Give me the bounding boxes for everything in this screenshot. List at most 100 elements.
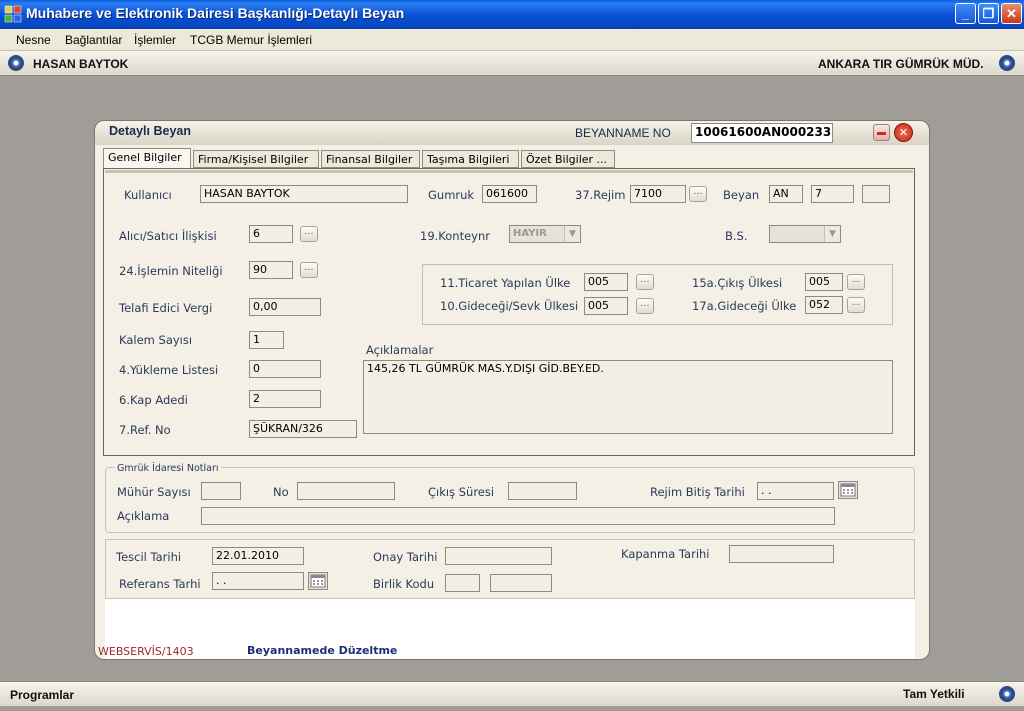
tab-finansal-bilgiler[interactable]: Finansal Bilgiler — [321, 150, 420, 168]
detayli-beyan-dialog: Detaylı Beyan BEYANNAME NO 10061600AN000… — [94, 120, 930, 660]
cikis-suresi-field[interactable] — [508, 482, 577, 500]
gidecegi-ulke-lookup-button[interactable]: … — [847, 297, 865, 313]
refresh-icon[interactable] — [8, 55, 24, 71]
webservis-status: WEBSERVİS/1403 — [98, 645, 194, 658]
rejim-lookup-button[interactable]: … — [689, 186, 707, 202]
no-field[interactable] — [297, 482, 395, 500]
gumruk-field[interactable]: 061600 — [482, 185, 537, 203]
islemin-niteligi-field[interactable]: 90 — [249, 261, 293, 279]
no-label: No — [273, 485, 289, 499]
calendar-icon[interactable] — [308, 572, 328, 590]
panel-top-border — [105, 170, 913, 173]
beyan-field-3[interactable] — [862, 185, 890, 203]
kap-adedi-field[interactable]: 2 — [249, 390, 321, 408]
programlar-button[interactable]: Programlar — [10, 688, 74, 702]
office-name: ANKARA TIR GÜMRÜK MÜD. — [818, 57, 984, 71]
beyan-field-1[interactable]: AN — [769, 185, 803, 203]
cikis-ulkesi-lookup-button[interactable]: … — [847, 274, 865, 290]
minus-icon — [877, 132, 886, 135]
close-dialog-button[interactable]: ✕ — [894, 123, 913, 142]
beyan-field-2[interactable]: 7 — [811, 185, 854, 203]
tab-firma-kisisel-bilgiler[interactable]: Firma/Kişisel Bilgiler — [193, 150, 319, 168]
gidecegi-ulke-field[interactable]: 052 — [805, 296, 843, 314]
calendar-icon[interactable] — [838, 481, 858, 499]
gidecegi-sevk-field[interactable]: 005 — [584, 297, 628, 315]
cikis-ulkesi-field[interactable]: 005 — [805, 273, 843, 291]
birlik-kodu-field-2[interactable] — [490, 574, 552, 592]
ref-no-label: 7.Ref. No — [119, 423, 171, 437]
birlik-kodu-field-1[interactable] — [445, 574, 480, 592]
referans-tarihi-field[interactable]: . . — [212, 572, 304, 590]
kapanma-tarihi-field[interactable] — [729, 545, 834, 563]
telafi-field[interactable]: 0,00 — [249, 298, 321, 316]
cikis-ulkesi-label: 15a.Çıkış Ülkesi — [692, 276, 783, 290]
onay-tarihi-label: Onay Tarihi — [373, 550, 438, 564]
aciklama-field[interactable] — [201, 507, 835, 525]
referans-tarihi-label: Referans Tarhi — [119, 577, 201, 591]
menu-baglantilar[interactable]: Bağlantılar — [65, 33, 122, 47]
kullanici-field[interactable]: HASAN BAYTOK — [200, 185, 408, 203]
refresh-icon[interactable] — [999, 686, 1015, 702]
user-strip: HASAN BAYTOK ANKARA TIR GÜMRÜK MÜD. — [0, 51, 1024, 76]
minimize-button[interactable]: _ — [955, 3, 976, 24]
birlik-kodu-label: Birlik Kodu — [373, 577, 435, 591]
konteynr-label: 19.Konteynr — [420, 229, 490, 243]
menu-nesne[interactable]: Nesne — [16, 33, 51, 47]
rejim-field[interactable]: 7100 — [630, 185, 686, 203]
menu-tcgb-memur-islemleri[interactable]: TCGB Memur İşlemleri — [190, 33, 312, 47]
yetki-label: Tam Yetkili — [903, 687, 965, 701]
tab-ozet-bilgiler[interactable]: Özet Bilgiler ... — [521, 150, 615, 168]
alici-satici-field[interactable]: 6 — [249, 225, 293, 243]
kalem-sayisi-label: Kalem Sayısı — [119, 333, 193, 347]
status-area — [105, 599, 915, 659]
current-user: HASAN BAYTOK — [33, 57, 129, 71]
ref-no-field[interactable]: ŞÜKRAN/326 — [249, 420, 357, 438]
rejim-bitis-field[interactable]: . . — [757, 482, 834, 500]
gumruk-label: Gumruk — [428, 188, 475, 202]
kalem-sayisi-field[interactable]: 1 — [249, 331, 284, 349]
bs-select[interactable]: ▼ — [769, 225, 841, 243]
status-message: Beyannamede Düzeltme — [247, 644, 398, 657]
tab-genel-bilgiler[interactable]: Genel Bilgiler — [103, 148, 191, 169]
cikis-suresi-label: Çıkış Süresi — [428, 485, 495, 499]
ticaret-ulke-lookup-button[interactable]: … — [636, 274, 654, 290]
tab-tasima-bilgileri[interactable]: Taşıma Bilgileri — [422, 150, 519, 168]
chevron-down-icon[interactable]: ▼ — [564, 226, 580, 242]
minimize-dialog-button[interactable] — [873, 124, 890, 141]
tescil-tarihi-field[interactable]: 22.01.2010 — [212, 547, 304, 565]
konteynr-select[interactable]: HAYIR ▼ — [509, 225, 581, 243]
gidecegi-sevk-lookup-button[interactable]: … — [636, 298, 654, 314]
muhur-sayisi-field[interactable] — [201, 482, 241, 500]
alici-satici-lookup-button[interactable]: … — [300, 226, 318, 242]
ticaret-ulke-field[interactable]: 005 — [584, 273, 628, 291]
beyan-label: Beyan — [723, 188, 760, 202]
rejim-bitis-label: Rejim Bitiş Tarihi — [650, 485, 745, 499]
aciklamalar-label: Açıklamalar — [366, 343, 434, 357]
kullanici-label: Kullanıcı — [124, 188, 172, 202]
beyanname-no-field[interactable]: 10061600AN000233 — [691, 123, 833, 143]
app-icon — [4, 5, 22, 23]
beyanname-label: BEYANNAME NO — [575, 126, 671, 140]
window-title: Muhabere ve Elektronik Dairesi Başkanlığ… — [26, 5, 405, 21]
close-button[interactable]: ✕ — [1001, 3, 1022, 24]
yukleme-listesi-field[interactable]: 0 — [249, 360, 321, 378]
onay-tarihi-field[interactable] — [445, 547, 552, 565]
muhur-sayisi-label: Mühür Sayısı — [117, 485, 191, 499]
dialog-title: Detaylı Beyan — [109, 124, 191, 138]
islemin-niteligi-lookup-button[interactable]: … — [300, 262, 318, 278]
aciklamalar-textarea[interactable]: 145,26 TL GÜMRÜK MAS.Y.DIŞI GİD.BEY.ED. — [363, 360, 893, 434]
menu-bar: Nesne Bağlantılar İşlemler TCGB Memur İş… — [0, 29, 1024, 51]
chevron-down-icon[interactable]: ▼ — [824, 226, 840, 242]
menu-islemler[interactable]: İşlemler — [134, 33, 176, 47]
tescil-tarihi-label: Tescil Tarihi — [116, 550, 182, 564]
refresh-icon[interactable] — [999, 55, 1015, 71]
telafi-label: Telafi Edici Vergi — [119, 301, 213, 315]
gidecegi-sevk-label: 10.Gideceği/Sevk Ülkesi — [440, 299, 579, 313]
alici-satici-label: Alıcı/Satıcı İlişkisi — [119, 229, 217, 243]
gidecegi-ulke-label: 17a.Gideceği Ülke — [692, 299, 797, 313]
ticaret-ulke-label: 11.Ticaret Yapılan Ülke — [440, 276, 571, 290]
bottom-strip: Programlar Tam Yetkili — [0, 681, 1024, 706]
islemin-niteligi-label: 24.İşlemin Niteliği — [119, 264, 223, 278]
maximize-button[interactable]: ❐ — [978, 3, 999, 24]
window-title-bar[interactable]: Muhabere ve Elektronik Dairesi Başkanlığ… — [0, 0, 1024, 29]
